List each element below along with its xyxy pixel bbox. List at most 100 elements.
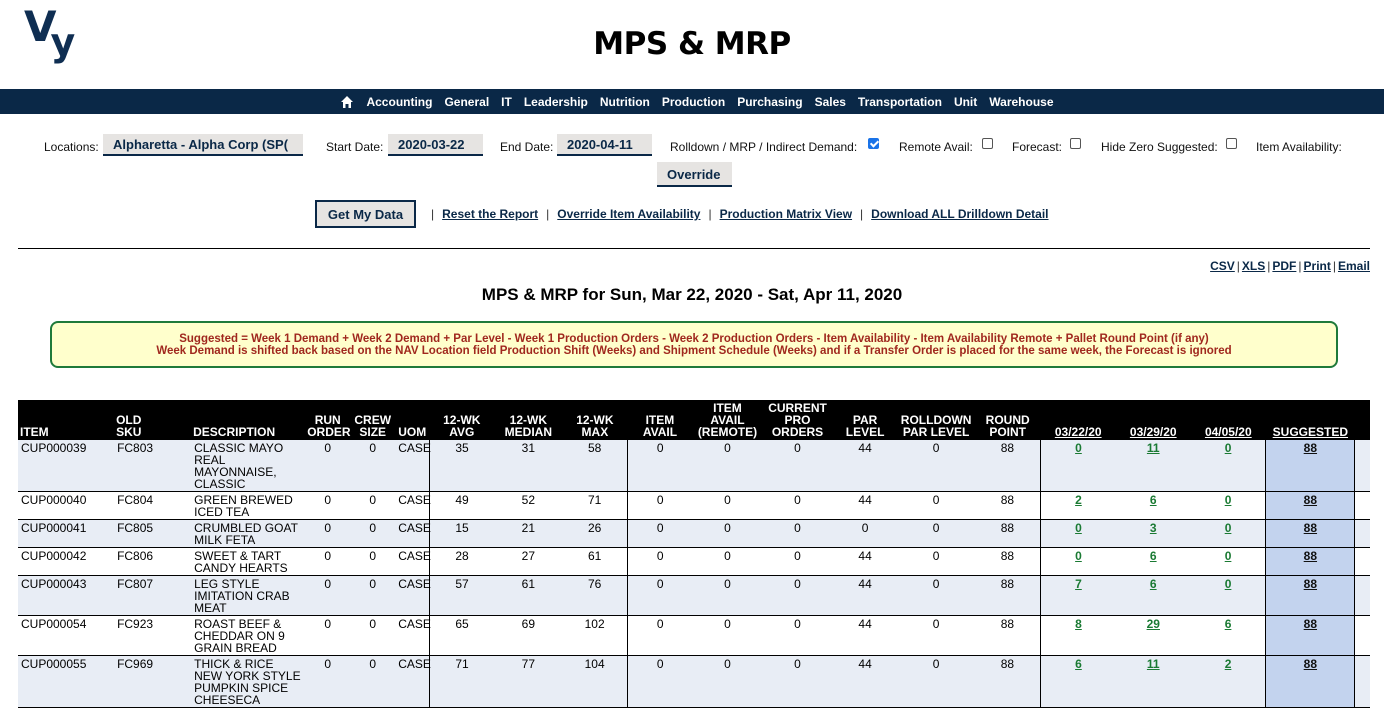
locations-select[interactable]: Alpharetta - Alpha Corp (SP( (103, 134, 303, 156)
cell-par-level: 44 (832, 547, 898, 576)
suggested-link[interactable]: 88 (1304, 549, 1317, 563)
end-date-input[interactable]: 2020-04-11 (557, 134, 652, 156)
week-demand-link[interactable]: 0 (1225, 521, 1232, 535)
week-demand-link[interactable]: 6 (1225, 617, 1232, 631)
col-week-3[interactable]: 04/05/20 (1190, 400, 1266, 440)
nav-item-it[interactable]: IT (501, 95, 512, 109)
week-demand-link[interactable]: 3 (1150, 521, 1157, 535)
col-rolldown-par-level[interactable]: ROLLDOWN PAR LEVEL (897, 400, 975, 440)
nav-item-leadership[interactable]: Leadership (524, 95, 588, 109)
cell-week-2: 11 (1115, 655, 1191, 708)
suggested-link[interactable]: 88 (1304, 493, 1317, 507)
suggested-link[interactable]: 88 (1304, 521, 1317, 535)
nav-item-sales[interactable]: Sales (815, 95, 846, 109)
week-demand-link[interactable]: 7 (1075, 577, 1082, 591)
cell-run-order: 0 (305, 440, 351, 492)
week-demand-link[interactable]: 11 (1147, 441, 1160, 455)
col-round-point[interactable]: ROUND POINT (974, 400, 1041, 440)
suggested-link[interactable]: 88 (1304, 577, 1317, 591)
cell-week-2: 6 (1115, 575, 1191, 616)
production-matrix-view-link[interactable]: Production Matrix View (720, 207, 852, 221)
cell-item-avail: 0 (626, 440, 693, 492)
suggested-link[interactable]: 88 (1304, 617, 1317, 631)
col-12wk-max[interactable]: 12-WK MAX (562, 400, 628, 440)
cell-rolldown-par-level: 0 (897, 655, 975, 708)
week-demand-link[interactable]: 11 (1147, 657, 1160, 671)
col-description[interactable]: DESCRIPTION (191, 400, 306, 440)
cell-current-pro-orders: 0 (762, 655, 833, 708)
cell-old-sku: FC806 (114, 547, 192, 576)
nav-item-accounting[interactable]: Accounting (366, 95, 432, 109)
cell-12wk-max: 71 (562, 491, 628, 520)
remote-avail-label: Remote Avail: (899, 140, 973, 154)
home-icon[interactable] (340, 95, 354, 109)
reset-report-link[interactable]: Reset the Report (442, 207, 538, 221)
nav-item-unit[interactable]: Unit (954, 95, 977, 109)
week-demand-link[interactable]: 0 (1225, 441, 1232, 455)
week-demand-link[interactable]: 2 (1225, 657, 1232, 671)
suggested-link[interactable]: 88 (1304, 441, 1317, 455)
week-demand-link[interactable]: 6 (1075, 657, 1082, 671)
week-demand-link[interactable]: 2 (1075, 493, 1082, 507)
col-item-avail[interactable]: ITEM AVAIL (627, 400, 693, 440)
col-week-1[interactable]: 03/22/20 (1040, 400, 1116, 440)
hide-zero-checkbox[interactable] (1226, 138, 1237, 149)
col-week-2[interactable]: 03/29/20 (1115, 400, 1191, 440)
override-item-availability-link[interactable]: Override Item Availability (557, 207, 700, 221)
cell-week-3: 0 (1190, 547, 1266, 576)
nav-item-warehouse[interactable]: Warehouse (989, 95, 1053, 109)
suggested-link[interactable]: 88 (1304, 657, 1317, 671)
get-my-data-button[interactable]: Get My Data (315, 200, 416, 228)
cell-current-pro-orders: 0 (762, 440, 833, 492)
col-12wk-median[interactable]: 12-WK MEDIAN (494, 400, 563, 440)
nav-item-transportation[interactable]: Transportation (858, 95, 942, 109)
week-demand-link[interactable]: 0 (1225, 493, 1232, 507)
export-csv-link[interactable]: CSV (1210, 259, 1235, 273)
remote-avail-checkbox[interactable] (982, 138, 993, 149)
col-item[interactable]: ITEM (18, 400, 115, 440)
end-date-label: End Date: (500, 140, 554, 154)
print-link[interactable]: Print (1304, 259, 1331, 273)
nav-item-purchasing[interactable]: Purchasing (737, 95, 802, 109)
cell-item-avail-remote: 0 (692, 491, 763, 520)
col-current-pro-orders[interactable]: CURRENT PRO ORDERS (762, 400, 833, 440)
week-demand-link[interactable]: 6 (1150, 493, 1157, 507)
table-row: CUP000041 FC805 CRUMBLED GOAT MILK FETA 0 0 C… (18, 519, 1370, 548)
email-link[interactable]: Email (1338, 259, 1370, 273)
week-demand-link[interactable]: 0 (1075, 441, 1082, 455)
col-12wk-avg[interactable]: 12-WK AVG (429, 400, 495, 440)
cell-12wk-max: 76 (562, 575, 628, 616)
start-date-input[interactable]: 2020-03-22 (388, 134, 483, 156)
week-demand-link[interactable]: 8 (1075, 617, 1082, 631)
download-drilldown-link[interactable]: Download ALL Drilldown Detail (871, 207, 1048, 221)
cell-run-order: 0 (305, 575, 351, 616)
week-demand-link[interactable]: 29 (1147, 617, 1160, 631)
week-demand-link[interactable]: 0 (1225, 549, 1232, 563)
cell-12wk-median: 31 (494, 440, 563, 492)
col-old-sku[interactable]: OLD SKU (114, 400, 192, 440)
week-demand-link[interactable]: 6 (1150, 549, 1157, 563)
col-suggested[interactable]: SUGGESTED (1265, 400, 1355, 440)
start-date-label: Start Date: (326, 140, 384, 154)
col-par-level[interactable]: PAR LEVEL (832, 400, 898, 440)
nav-item-production[interactable]: Production (662, 95, 725, 109)
col-crew-size[interactable]: CREW SIZE (350, 400, 396, 440)
week-demand-link[interactable]: 0 (1075, 549, 1082, 563)
week-demand-link[interactable]: 6 (1150, 577, 1157, 591)
week-demand-link[interactable]: 0 (1075, 521, 1082, 535)
forecast-checkbox[interactable] (1070, 138, 1081, 149)
col-uom[interactable]: UOM (395, 400, 430, 440)
table-row: CUP000040 FC804 GREEN BREWED ICED TEA 0 0 CAS… (18, 491, 1370, 520)
nav-item-nutrition[interactable]: Nutrition (600, 95, 650, 109)
cell-12wk-median: 77 (494, 655, 563, 708)
export-xls-link[interactable]: XLS (1242, 259, 1265, 273)
cell-week-2: 3 (1115, 519, 1191, 548)
export-links: CSV | XLS | PDF | Print | Email (1210, 259, 1370, 273)
item-availability-select[interactable]: Override (657, 162, 732, 187)
col-run-order[interactable]: RUN ORDER (305, 400, 351, 440)
col-item-avail-remote[interactable]: ITEM AVAIL (REMOTE) (692, 400, 763, 440)
week-demand-link[interactable]: 0 (1225, 577, 1232, 591)
export-pdf-link[interactable]: PDF (1272, 259, 1296, 273)
rolldown-checkbox[interactable] (868, 138, 879, 149)
nav-item-general[interactable]: General (444, 95, 489, 109)
